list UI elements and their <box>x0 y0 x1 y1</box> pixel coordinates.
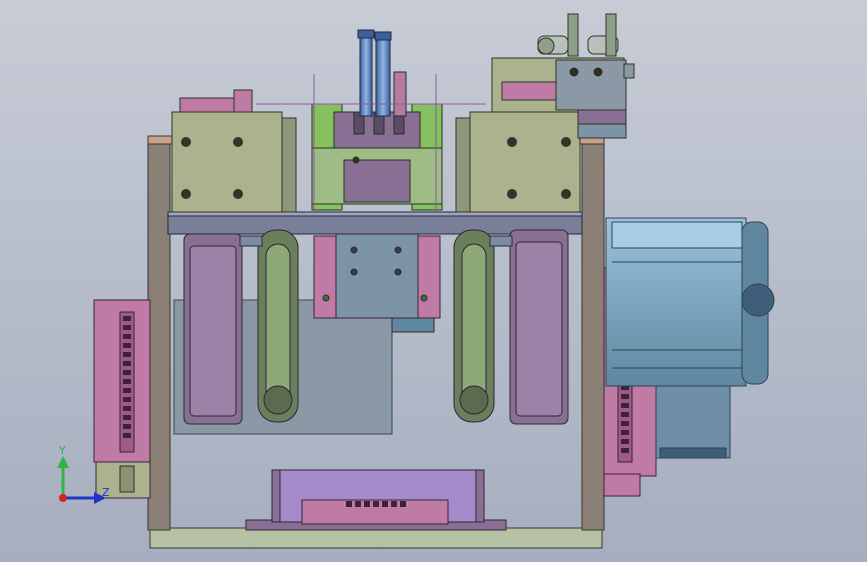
left-upright-cap <box>147 135 173 145</box>
left-belt-inner <box>265 243 291 409</box>
cad-viewport[interactable]: Y Z <box>0 0 867 562</box>
right-pink-dot <box>420 294 428 302</box>
center-block-body[interactable] <box>335 233 419 319</box>
right-belt-inner <box>461 243 487 409</box>
right-belt-idler <box>459 385 489 415</box>
bottom-center-plate[interactable] <box>245 469 507 531</box>
valve-body[interactable] <box>555 59 627 111</box>
left-connector-foot-slot <box>119 465 135 493</box>
motor-gearbox-flange <box>659 447 727 459</box>
triad-y-label: Y <box>58 444 66 457</box>
center-block-foot <box>391 317 435 333</box>
clamp-pin <box>352 156 360 164</box>
right-top-block-side <box>455 117 471 213</box>
right-shaft <box>489 235 513 247</box>
valve-pink-strip <box>501 81 557 101</box>
bottom-plate-rail-right <box>475 469 485 523</box>
right-connector-foot[interactable] <box>603 473 641 497</box>
crossbar-highlight <box>167 211 583 217</box>
triad-origin <box>59 494 67 502</box>
fitting-knob <box>537 37 555 55</box>
bottom-plate-pins <box>346 501 406 507</box>
right-top-block[interactable] <box>455 97 581 213</box>
center-clamp[interactable] <box>311 103 443 211</box>
left-roller-assembly[interactable] <box>183 229 299 425</box>
left-pink-dot <box>322 294 330 302</box>
left-belt-idler <box>263 385 293 415</box>
fitting-stem-2 <box>605 13 617 57</box>
motor-fan-hub <box>741 283 775 317</box>
motor-gearbox[interactable] <box>655 385 731 459</box>
center-bolt-3 <box>350 268 358 276</box>
left-connector-block[interactable] <box>93 299 151 499</box>
base-plate[interactable] <box>149 527 603 549</box>
left-top-pink-tab2 <box>233 89 253 113</box>
valve-lower-steel <box>577 123 627 139</box>
right-upright[interactable] <box>581 137 605 531</box>
valve-port-1 <box>569 67 579 77</box>
motor-top-band <box>611 221 743 249</box>
cylinder-cap-left <box>357 29 375 39</box>
bottom-plate-rail-left <box>271 469 281 523</box>
left-shaft <box>239 235 263 247</box>
right-roller-assembly[interactable] <box>453 229 569 425</box>
center-drive-block[interactable] <box>313 233 441 333</box>
left-pulley-face <box>189 245 237 417</box>
cylinder-small[interactable] <box>393 71 407 117</box>
left-top-block-side <box>281 117 297 213</box>
valve-port-2 <box>593 67 603 77</box>
cylinder-cap-right <box>374 31 392 41</box>
left-upright[interactable] <box>147 137 171 531</box>
triad-z-label: Z <box>102 486 110 499</box>
center-bolt-2 <box>394 246 402 254</box>
assembly-drawing[interactable]: Y Z <box>0 0 867 562</box>
valve-cap <box>623 63 635 79</box>
center-bolt-4 <box>394 268 402 276</box>
clamp-purple-plate[interactable] <box>343 159 411 203</box>
fitting-stem-1 <box>567 13 579 57</box>
center-bolt-1 <box>350 246 358 254</box>
right-pulley-face <box>515 241 563 417</box>
